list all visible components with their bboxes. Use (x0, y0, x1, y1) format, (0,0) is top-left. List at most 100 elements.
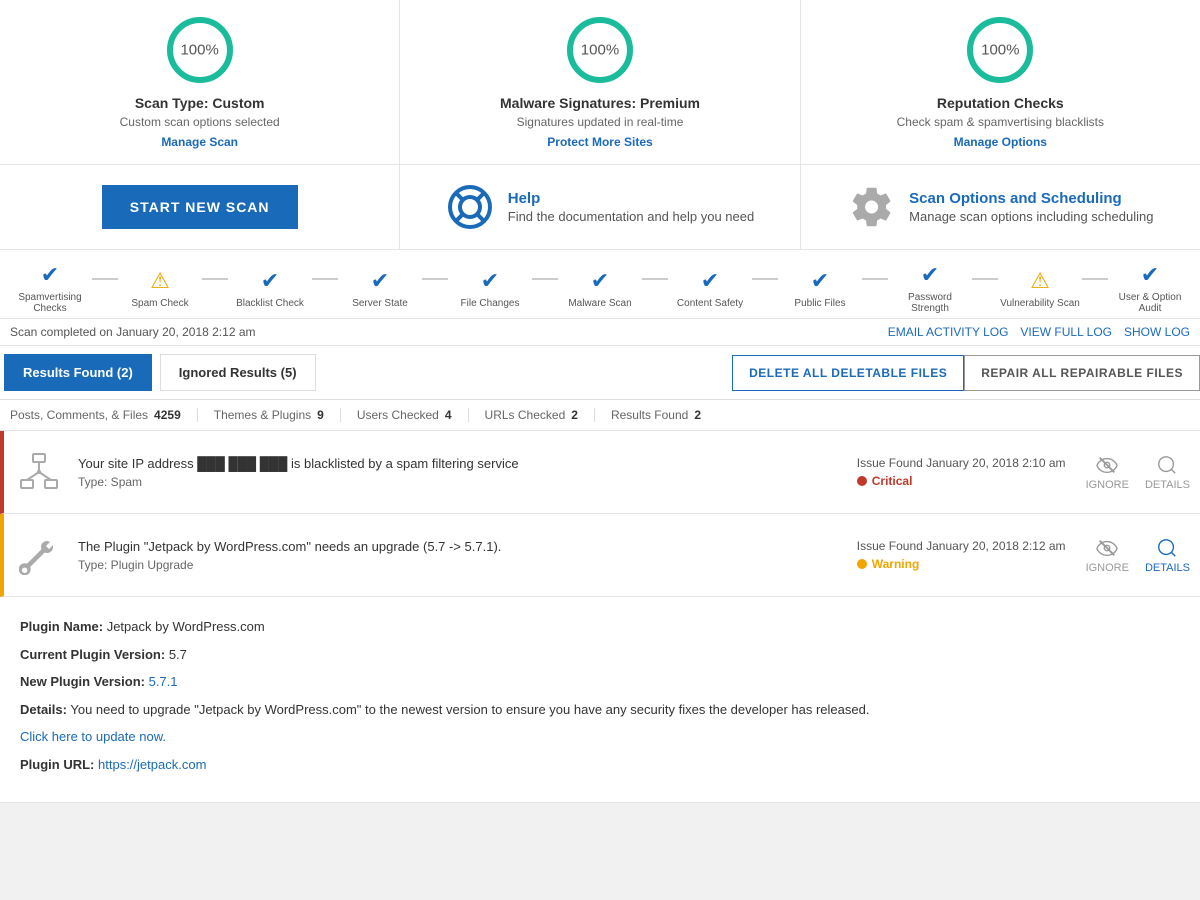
gear-icon (847, 183, 895, 231)
view-full-log-link[interactable]: VIEW FULL LOG (1020, 325, 1112, 339)
scan-options-text: Scan Options and Scheduling Manage scan … (909, 190, 1153, 224)
ignored-results-tab[interactable]: Ignored Results (5) (160, 354, 316, 391)
step-line-7 (752, 278, 778, 280)
step-spam: ⚠ Spam Check (120, 268, 200, 309)
details-label-2: DETAILS (1145, 562, 1190, 574)
step-line-4 (422, 278, 448, 280)
issue-found-2: Issue Found January 20, 2018 2:12 am (857, 539, 1066, 553)
step-label-blacklist: Blacklist Check (236, 298, 304, 309)
current-version-label: Current Plugin Version: (20, 647, 165, 662)
details-text: You need to upgrade "Jetpack by WordPres… (70, 702, 869, 717)
posts-value: 4259 (154, 408, 181, 422)
step-line-5 (532, 278, 558, 280)
action-row: START NEW SCAN Help Find the documentati… (0, 165, 1200, 250)
show-log-link[interactable]: SHOW LOG (1124, 325, 1190, 339)
step-public-files: ✔ Public Files (780, 268, 860, 309)
step-label-malware: Malware Scan (568, 298, 631, 309)
critical-dot-1 (857, 476, 867, 486)
step-vulnerability-scan: ⚠ Vulnerability Scan (1000, 268, 1080, 309)
malware-percent: 100% (581, 42, 619, 59)
update-now-link[interactable]: Click here to update now. (20, 729, 166, 744)
step-label-vulnerability-scan: Vulnerability Scan (1000, 298, 1080, 309)
manage-scan-link[interactable]: Manage Scan (161, 135, 238, 149)
scan-completed-text: Scan completed on January 20, 2018 2:12 … (10, 325, 256, 339)
main-container: 100% Scan Type: Custom Custom scan optio… (0, 0, 1200, 803)
ignore-button-1[interactable]: IGNORE (1086, 454, 1129, 491)
step-line-6 (642, 278, 668, 280)
step-label-file-changes: File Changes (461, 298, 520, 309)
repair-all-button[interactable]: REPAIR ALL REPAIRABLE FILES (964, 355, 1200, 391)
step-label-content-safety: Content Safety (677, 298, 743, 309)
results-bar: Results Found (2) Ignored Results (5) DE… (0, 346, 1200, 400)
step-check-icon-4: ✔ (481, 268, 499, 294)
step-line-1 (92, 278, 118, 280)
plugin-url-link[interactable]: https://jetpack.com (98, 757, 206, 772)
users-label: Users Checked (357, 408, 439, 422)
help-icon (446, 183, 494, 231)
urls-checked-stat: URLs Checked 2 (469, 408, 595, 422)
update-link-line: Click here to update now. (20, 727, 1180, 747)
issue-content-1: Your site IP address ███ ███ ███ is blac… (78, 455, 837, 489)
malware-circle: 100% (565, 15, 635, 85)
details-label-1: DETAILS (1145, 479, 1190, 491)
new-version-link[interactable]: 5.7.1 (149, 674, 178, 689)
severity-label-2: Warning (872, 557, 920, 571)
users-checked-stat: Users Checked 4 (341, 408, 469, 422)
details-button-2[interactable]: DETAILS (1145, 537, 1190, 574)
ignore-icon-2 (1096, 537, 1118, 559)
issue-severity-1: Critical (857, 474, 1066, 488)
help-link[interactable]: Help (508, 190, 754, 207)
issue-type-2: Type: Plugin Upgrade (78, 558, 837, 572)
scan-status-bar: Scan completed on January 20, 2018 2:12 … (0, 319, 1200, 346)
help-col: Help Find the documentation and help you… (400, 165, 800, 249)
step-label-user-option-audit: User & Option Audit (1110, 292, 1190, 314)
details-button-1[interactable]: DETAILS (1145, 454, 1190, 491)
issue-meta-2: Issue Found January 20, 2018 2:12 am War… (857, 539, 1066, 571)
severity-label-1: Critical (872, 474, 913, 488)
stat-scan-type: 100% Scan Type: Custom Custom scan optio… (0, 0, 400, 164)
delete-all-button[interactable]: DELETE ALL DELETABLE FILES (732, 355, 964, 391)
ignore-label-1: IGNORE (1086, 479, 1129, 491)
email-activity-log-link[interactable]: EMAIL ACTIVITY LOG (888, 325, 1009, 339)
issue-row-1: Your site IP address ███ ███ ███ is blac… (0, 431, 1200, 514)
reputation-percent: 100% (981, 42, 1019, 59)
step-check-icon: ✔ (41, 262, 59, 288)
stat-malware: 100% Malware Signatures: Premium Signatu… (400, 0, 800, 164)
new-version-line: New Plugin Version: 5.7.1 (20, 672, 1180, 692)
step-file-changes: ✔ File Changes (450, 268, 530, 309)
posts-comments-files-stat: Posts, Comments, & Files 4259 (10, 408, 198, 422)
issue-title-1: Your site IP address ███ ███ ███ is blac… (78, 455, 837, 473)
step-warn-icon-2: ⚠ (1030, 268, 1050, 294)
step-password-strength: ✔ Password Strength (890, 262, 970, 314)
step-label-public-files: Public Files (794, 298, 845, 309)
scan-options-desc: Manage scan options including scheduling (909, 209, 1153, 224)
stats-row: 100% Scan Type: Custom Custom scan optio… (0, 0, 1200, 165)
issue-content-2: The Plugin "Jetpack by WordPress.com" ne… (78, 538, 837, 572)
scan-options-link[interactable]: Scan Options and Scheduling (909, 190, 1153, 207)
themes-label: Themes & Plugins (214, 408, 311, 422)
step-check-icon-2: ✔ (261, 268, 279, 294)
protect-more-link[interactable]: Protect More Sites (547, 135, 652, 149)
ignore-button-2[interactable]: IGNORE (1086, 537, 1129, 574)
step-check-icon-9: ✔ (1141, 262, 1159, 288)
results-found-tab[interactable]: Results Found (2) (4, 354, 152, 391)
reputation-circle: 100% (965, 15, 1035, 85)
malware-title: Malware Signatures: Premium (500, 95, 700, 111)
urls-value: 2 (571, 408, 578, 422)
plugin-url-label: Plugin URL: (20, 757, 94, 772)
help-text: Help Find the documentation and help you… (508, 190, 754, 224)
scan-type-title: Scan Type: Custom (135, 95, 265, 111)
issue-row-2: The Plugin "Jetpack by WordPress.com" ne… (0, 514, 1200, 597)
step-label-spamvertising: Spamvertising Checks (10, 292, 90, 314)
detail-panel: Plugin Name: Jetpack by WordPress.com Cu… (0, 597, 1200, 803)
start-new-scan-button[interactable]: START NEW SCAN (102, 185, 298, 229)
details-line: Details: You need to upgrade "Jetpack by… (20, 700, 1180, 720)
themes-value: 9 (317, 408, 324, 422)
scan-status-links: EMAIL ACTIVITY LOG VIEW FULL LOG SHOW LO… (888, 325, 1190, 339)
reputation-title: Reputation Checks (937, 95, 1064, 111)
manage-options-link[interactable]: Manage Options (954, 135, 1047, 149)
scan-options-col: Scan Options and Scheduling Manage scan … (801, 165, 1200, 249)
issue-icon-1 (14, 447, 64, 497)
step-line-10 (1082, 278, 1108, 280)
issue-meta-1: Issue Found January 20, 2018 2:10 am Cri… (857, 456, 1066, 488)
